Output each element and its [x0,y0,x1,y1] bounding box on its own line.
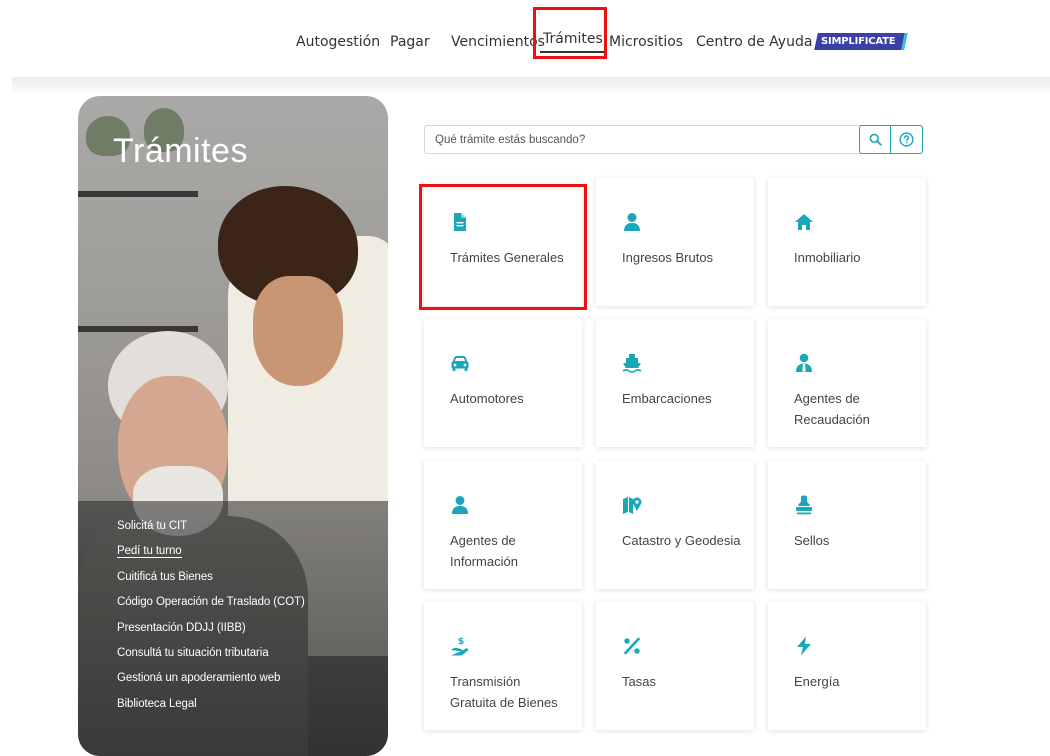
hero-link-cuitifica-bienes[interactable]: Cuitificá tus Bienes [117,565,305,590]
hand-dollar-icon: $ [451,637,469,656]
tile-label: Agentes de Recaudación [794,391,870,427]
tile-label: Tasas [622,674,656,689]
tile-label: Sellos [794,533,830,548]
stamp-icon [796,495,812,515]
tile-label: Transmisión Gratuita de Bienes [450,674,558,710]
nav-autogestion[interactable]: Autogestión [296,34,380,50]
help-button[interactable] [891,125,923,154]
photo-person-young-face [253,276,343,386]
top-navigation: Autogestión Pagar Vencimientos Trámites … [0,0,1050,76]
document-icon [454,213,466,231]
tile-label: Automotores [450,391,524,406]
nav-tramites[interactable]: Trámites [540,31,606,53]
tile-embarcaciones[interactable]: Embarcaciones [596,319,754,447]
tile-tasas[interactable]: Tasas [596,602,754,730]
tile-inmobiliario[interactable]: Inmobiliario [768,178,926,306]
tile-label: Catastro y Geodesia [622,533,741,548]
hero-title: Trámites [113,132,248,170]
header-shadow [12,77,1050,97]
hero-card: Trámites Solicitá tu CIT Pedí tu turno C… [78,96,388,756]
user-icon [624,213,640,231]
user-tie-icon [796,353,812,372]
simplificate-badge[interactable]: SIMPLIFICATE [814,33,906,50]
svg-text:$: $ [458,637,464,647]
tile-ingresos-brutos[interactable]: Ingresos Brutos [596,178,754,306]
hero-link-cot[interactable]: Código Operación de Traslado (COT) [117,590,305,615]
tile-label: Ingresos Brutos [622,250,714,265]
hero-link-situacion-tributaria[interactable]: Consultá tu situación tributaria [117,641,305,666]
hero-link-pedi-turno[interactable]: Pedí tu turno [117,539,305,564]
tile-sellos[interactable]: Sellos [768,461,926,589]
nav-vencimientos[interactable]: Vencimientos [451,34,545,50]
tile-energia[interactable]: Energía [768,602,926,730]
tile-label: Agentes de Información [450,533,518,569]
search-button[interactable] [859,125,891,154]
hero-link-biblioteca-legal[interactable]: Biblioteca Legal [117,692,305,717]
hero-link-solicita-cit[interactable]: Solicitá tu CIT [117,514,305,539]
tile-label: Embarcaciones [622,391,712,406]
tile-agentes-informacion[interactable]: Agentes de Información [424,461,582,589]
search-bar [424,125,923,154]
tile-automotores[interactable]: Automotores [424,319,582,447]
help-circle-icon [899,132,914,147]
search-icon [869,133,882,146]
user-icon [452,496,468,514]
ship-icon [622,354,642,373]
home-icon [795,214,813,230]
car-icon [451,356,469,371]
tile-label: Trámites Generales [450,250,564,265]
percent-icon [624,637,640,655]
hero-link-ddjj-iibb[interactable]: Presentación DDJJ (IIBB) [117,616,305,641]
shelf-decoration [78,326,198,332]
nav-centro-de-ayuda[interactable]: Centro de Ayuda [696,34,812,50]
tile-label: Energía [794,674,840,689]
search-input[interactable] [425,126,859,153]
nav-micrositios[interactable]: Micrositios [609,34,683,50]
tile-tramites-generales[interactable]: Trámites Generales [424,178,582,306]
nav-pagar[interactable]: Pagar [390,34,430,50]
simplificate-badge-label: SIMPLIFICATE [821,36,896,47]
tile-label: Inmobiliario [794,250,861,265]
hero-link-apoderamiento-web[interactable]: Gestioná un apoderamiento web [117,666,305,691]
hero-links-list: Solicitá tu CIT Pedí tu turno Cuitificá … [117,514,305,717]
bolt-icon [797,636,811,656]
shelf-decoration [78,191,198,197]
tile-agentes-recaudacion[interactable]: Agentes de Recaudación [768,319,926,447]
tile-transmision-gratuita[interactable]: $ Transmisión Gratuita de Bienes [424,602,582,730]
tile-catastro-geodesia[interactable]: Catastro y Geodesia [596,461,754,589]
map-marker-icon [623,497,642,514]
